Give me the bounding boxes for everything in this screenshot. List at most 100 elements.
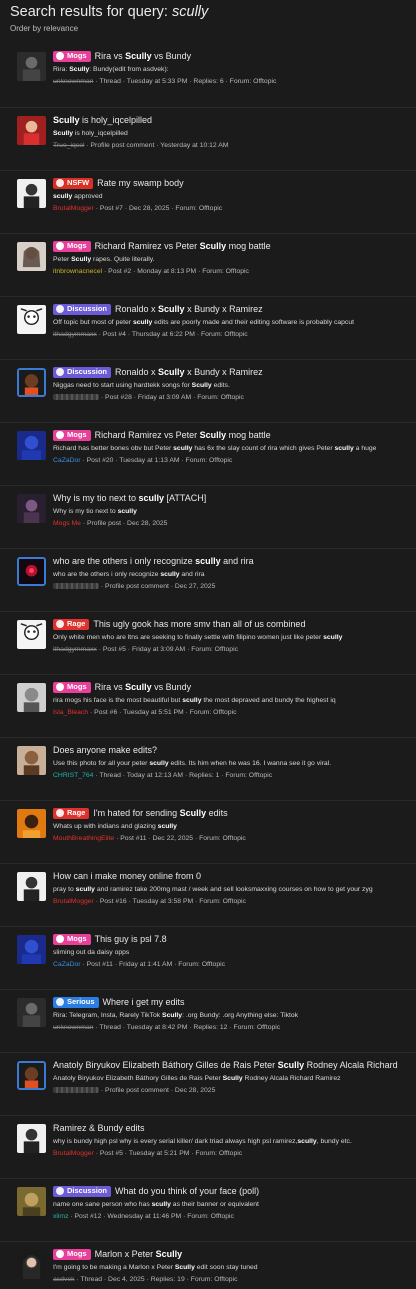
result-title-link[interactable]: Serious Where i get my edits — [53, 995, 416, 1009]
result-snippet: pray to scully and ramirez take 200mg ma… — [53, 886, 373, 893]
username-link[interactable]: Mogs Me — [53, 520, 81, 527]
result-title-link[interactable]: Does anyone make edits? — [53, 743, 416, 757]
username-link[interactable]: Isla_Bleach — [53, 709, 88, 716]
username-link[interactable]: ithadgymmaxx — [53, 331, 97, 338]
redacted-username[interactable] — [53, 394, 99, 401]
search-result-item[interactable]: Mogs Richard Ramirez vs Peter Scully mog … — [0, 422, 416, 485]
user-avatar[interactable] — [17, 557, 46, 586]
prefix-badge-mogs[interactable]: Mogs — [53, 933, 91, 945]
search-result-item[interactable]: Discussion Ronaldo x Scully x Bundy x Ram… — [0, 296, 416, 359]
username-link[interactable]: CaZaDor — [53, 457, 81, 464]
user-avatar[interactable] — [17, 935, 46, 964]
prefix-badge-nsfw[interactable]: NSFW — [53, 177, 94, 189]
result-title-link[interactable]: Discussion Ronaldo x Scully x Bundy x Ram… — [53, 365, 416, 379]
search-result-item[interactable]: How can i make money online from 0 pray t… — [0, 863, 416, 926]
user-avatar[interactable] — [17, 494, 46, 523]
user-avatar[interactable] — [17, 116, 46, 145]
result-title-link[interactable]: Mogs Marlon x Peter Scully — [53, 1247, 416, 1261]
username-link[interactable]: CaZaDor — [53, 961, 81, 968]
user-avatar[interactable] — [17, 1187, 46, 1216]
result-title-link[interactable]: Anatoly Biryukov Elizabeth Báthory Gille… — [53, 1058, 416, 1072]
search-result-item[interactable]: Why is my tio next to scully [ATTACH] Why… — [0, 485, 416, 548]
search-result-item[interactable]: Serious Where i get my edits Rira: Telegra… — [0, 989, 416, 1052]
title-text-suffix: and rira — [220, 556, 254, 566]
username-link[interactable]: unknownman — [53, 78, 93, 85]
search-result-item[interactable]: Rage This ugly gook has more smv than all… — [0, 611, 416, 674]
username-link[interactable]: BrutalMogger — [53, 205, 94, 212]
title-text-suffix: x Bundy x Ramirez — [184, 304, 263, 314]
prefix-badge-mogs[interactable]: Mogs — [53, 50, 91, 62]
prefix-badge-mogs[interactable]: Mogs — [53, 429, 91, 441]
search-result-item[interactable]: Does anyone make edits? Use this photo fo… — [0, 737, 416, 800]
search-result-item[interactable]: NSFW Rate my swamp body scully approved Bru… — [0, 170, 416, 233]
username-link[interactable]: True_iqcel — [53, 142, 84, 149]
redacted-username[interactable] — [53, 583, 99, 590]
username-link[interactable]: asdvek — [53, 1276, 75, 1283]
title-highlight: Scully — [277, 1060, 305, 1070]
username-link[interactable]: BrutalMogger — [53, 898, 94, 905]
search-result-item[interactable]: Mogs Richard Ramirez vs Peter Scully mog … — [0, 233, 416, 296]
prefix-badge-mogs[interactable]: Mogs — [53, 240, 91, 252]
result-title-link[interactable]: Ramirez & Bundy edits — [53, 1121, 416, 1135]
search-result-item[interactable]: Rage I'm hated for sending Scully edits Wh… — [0, 800, 416, 863]
prefix-badge-mogs[interactable]: Mogs — [53, 1248, 91, 1260]
search-result-item[interactable]: Anatoly Biryukov Elizabeth Báthory Gille… — [0, 1052, 416, 1115]
result-title-link[interactable]: Mogs This guy is psl 7.8 — [53, 932, 416, 946]
search-result-item[interactable]: Ramirez & Bundy edits why is bundy high p… — [0, 1115, 416, 1178]
result-title-link[interactable]: Mogs Richard Ramirez vs Peter Scully mog … — [53, 428, 416, 442]
user-avatar[interactable] — [17, 746, 46, 775]
username-link[interactable]: BrutalMogger — [53, 1150, 94, 1157]
user-avatar[interactable] — [17, 179, 46, 208]
username-link[interactable]: ithadgymmaxx — [53, 646, 97, 653]
prefix-badge-rage[interactable]: Rage — [53, 618, 90, 630]
result-title-link[interactable]: Mogs Richard Ramirez vs Peter Scully mog … — [53, 239, 416, 253]
user-avatar[interactable] — [17, 368, 46, 397]
search-result-item[interactable]: Mogs This guy is psl 7.8 sliming out da da… — [0, 926, 416, 989]
prefix-badge-serious[interactable]: Serious — [53, 996, 99, 1008]
redacted-username[interactable] — [53, 1087, 99, 1094]
user-avatar[interactable] — [17, 52, 46, 81]
username-link[interactable]: xlimz — [53, 1213, 68, 1220]
result-title-link[interactable]: NSFW Rate my swamp body — [53, 176, 416, 190]
username-link[interactable]: itnbrownacnecel — [53, 268, 102, 275]
search-result-item[interactable]: Mogs Rira vs Scully vs Bundy rira mogs his… — [0, 674, 416, 737]
user-avatar[interactable] — [17, 431, 46, 460]
user-avatar[interactable] — [17, 620, 46, 649]
user-avatar[interactable] — [17, 1124, 46, 1153]
result-title-link[interactable]: Mogs Rira vs Scully vs Bundy — [53, 680, 416, 694]
user-avatar[interactable] — [17, 1061, 46, 1090]
user-avatar[interactable] — [17, 872, 46, 901]
prefix-badge-discussion[interactable]: Discussion — [53, 303, 112, 315]
result-title-link[interactable]: who are the others i only recognize scul… — [53, 554, 416, 568]
result-title-link[interactable]: Scully is holy_iqcelpilled — [53, 113, 416, 127]
search-result-item[interactable]: Discussion Ronaldo x Scully x Bundy x Ram… — [0, 359, 416, 422]
user-avatar[interactable] — [17, 242, 46, 271]
result-meta: unknownman · Thread · Tuesday at 5:33 PM… — [53, 77, 416, 86]
result-title-link[interactable]: Rage I'm hated for sending Scully edits — [53, 806, 416, 820]
result-title-link[interactable]: Mogs Rira vs Scully vs Bundy — [53, 49, 416, 63]
title-highlight: Scully — [199, 430, 227, 440]
username-link[interactable]: CHRIST_764 — [53, 772, 93, 779]
prefix-badge-discussion[interactable]: Discussion — [53, 366, 112, 378]
user-avatar[interactable] — [17, 683, 46, 712]
user-avatar[interactable] — [17, 305, 46, 334]
prefix-badge-mogs[interactable]: Mogs — [53, 681, 91, 693]
search-result-item[interactable]: Mogs Rira vs Scully vs Bundy Rira: Scully:… — [0, 44, 416, 107]
username-link[interactable]: MouthBreathingElite — [53, 835, 114, 842]
prefix-badge-rage[interactable]: Rage — [53, 807, 90, 819]
user-avatar[interactable] — [17, 998, 46, 1027]
search-result-item[interactable]: Mogs Marlon x Peter Scully I'm going to be… — [0, 1241, 416, 1289]
order-by-relevance-link[interactable]: Order by relevance — [10, 24, 406, 34]
search-result-item[interactable]: Discussion What do you think of your face… — [0, 1178, 416, 1241]
result-title-link[interactable]: Why is my tio next to scully [ATTACH] — [53, 491, 416, 505]
username-link[interactable]: unknownman — [53, 1024, 93, 1031]
prefix-badge-discussion[interactable]: Discussion — [53, 1185, 112, 1197]
user-avatar[interactable] — [17, 809, 46, 838]
result-title-link[interactable]: How can i make money online from 0 — [53, 869, 416, 883]
result-title-link[interactable]: Rage This ugly gook has more smv than all… — [53, 617, 416, 631]
user-avatar[interactable] — [17, 1250, 46, 1279]
result-title-link[interactable]: Discussion Ronaldo x Scully x Bundy x Ram… — [53, 302, 416, 316]
result-title-link[interactable]: Discussion What do you think of your face… — [53, 1184, 416, 1198]
search-result-item[interactable]: Scully is holy_iqcelpilled Scully is holy… — [0, 107, 416, 170]
search-result-item[interactable]: who are the others i only recognize scul… — [0, 548, 416, 611]
